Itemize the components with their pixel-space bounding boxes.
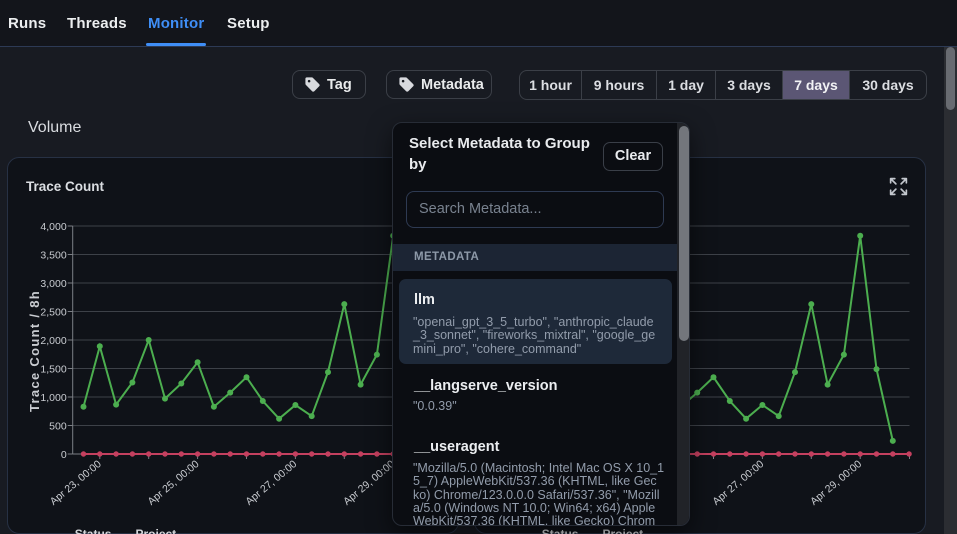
svg-text:3,000: 3,000 — [40, 278, 66, 290]
svg-text:Trace Count / 8h: Trace Count / 8h — [27, 290, 42, 412]
svg-text:3,500: 3,500 — [40, 249, 66, 261]
svg-text:2,500: 2,500 — [40, 306, 66, 318]
svg-text:Apr 29, 00:00: Apr 29, 00:00 — [808, 458, 864, 508]
svg-text:Apr 27, 00:00: Apr 27, 00:00 — [710, 458, 766, 508]
svg-text:1,500: 1,500 — [40, 363, 66, 375]
svg-text:1,000: 1,000 — [40, 392, 66, 404]
svg-text:2,000: 2,000 — [40, 335, 66, 347]
svg-text:Apr 27, 00:00: Apr 27, 00:00 — [243, 458, 299, 508]
svg-text:Apr 29, 00:00: Apr 29, 00:00 — [341, 458, 397, 508]
svg-text:4,000: 4,000 — [40, 221, 66, 233]
svg-text:0: 0 — [61, 449, 67, 461]
svg-text:Apr 25, 00:00: Apr 25, 00:00 — [146, 458, 202, 508]
svg-text:Apr 23, 00:00: Apr 23, 00:00 — [48, 458, 104, 508]
svg-text:500: 500 — [49, 420, 67, 432]
